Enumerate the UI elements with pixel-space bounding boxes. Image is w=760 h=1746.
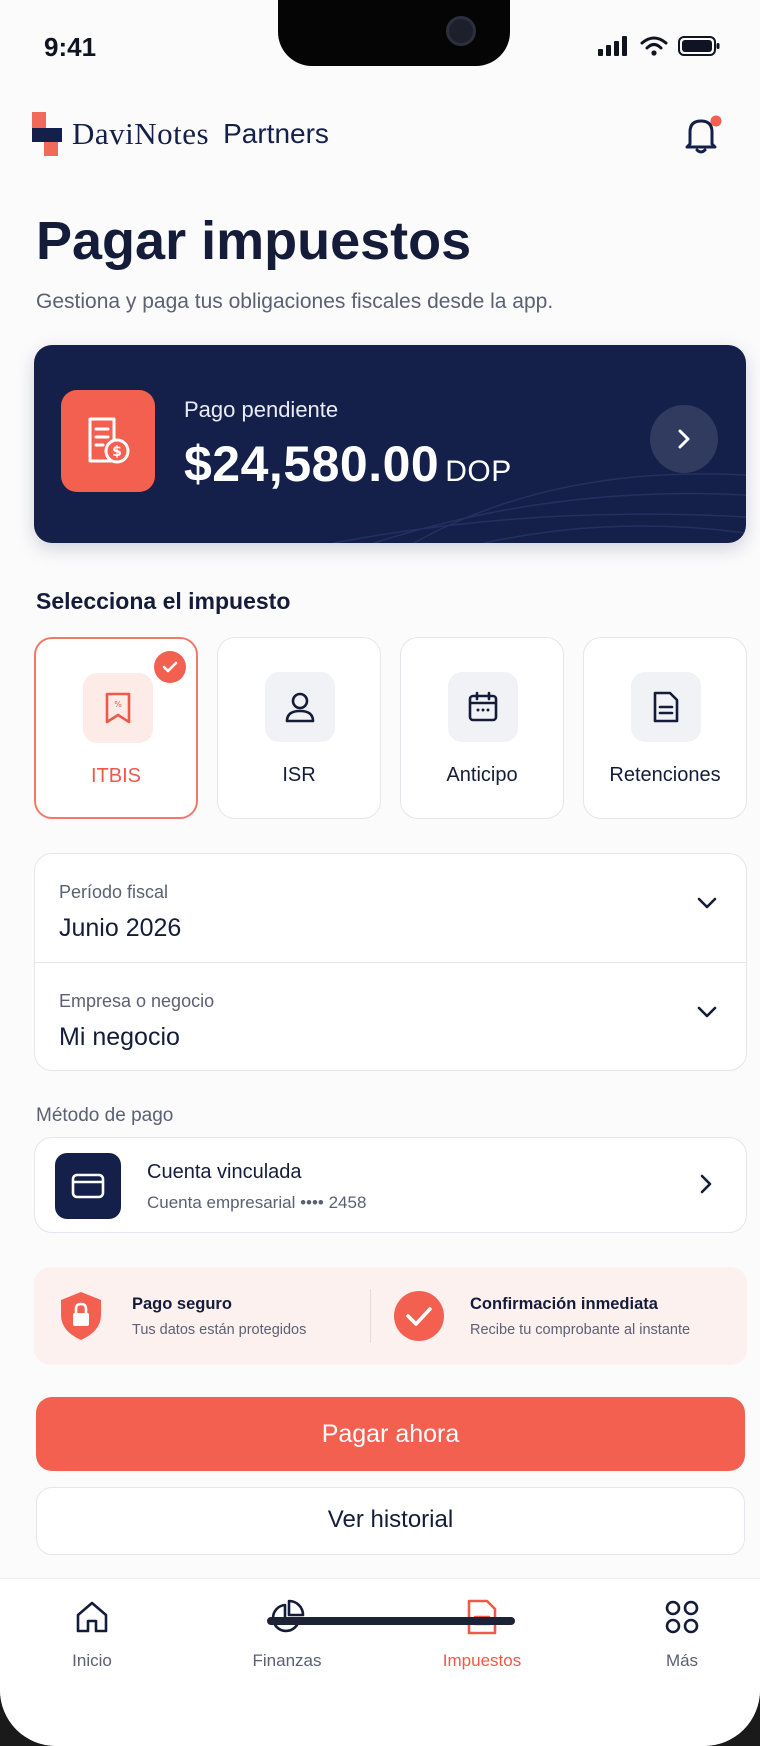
fiscal-period-caption: Período fiscal	[59, 882, 169, 902]
chevron-right-icon	[700, 1174, 712, 1194]
shield-lock-icon	[61, 1292, 101, 1340]
tax-option-label: Anticipo	[446, 764, 518, 786]
secure-payment-title: Pago seguro	[132, 1295, 232, 1313]
tax-option-retenciones[interactable]: Retenciones	[583, 637, 747, 819]
business-value: Mi negocio	[59, 1023, 180, 1051]
payment-method-label: Método de pago	[36, 1105, 174, 1126]
nav-item-mas[interactable]: Más	[607, 1595, 757, 1671]
home-indicator[interactable]	[267, 1617, 515, 1625]
logo-text: DaviNotes	[72, 116, 210, 151]
business-select[interactable]: Empresa o negocio Mi negocio	[35, 962, 746, 1070]
phone-screen: 9:41 DaviNotes Partners Pagar impuestos …	[0, 0, 760, 1746]
tax-option-label: Retenciones	[609, 764, 721, 786]
svg-text:%: %	[114, 700, 122, 709]
pending-amount: $24,580.00 DOP	[184, 435, 512, 493]
fiscal-period-value: Junio 2026	[59, 914, 182, 942]
filters-card: Período fiscal Junio 2026 Empresa o nego…	[34, 853, 747, 1071]
payment-method-subtitle: Cuenta empresarial •••• 2458	[147, 1193, 367, 1212]
camera-icon	[446, 16, 476, 46]
nav-label: Más	[665, 1651, 699, 1670]
tax-option-label: ISR	[282, 764, 316, 786]
brand-logo[interactable]: DaviNotes Partners	[32, 112, 329, 156]
pending-payment-card[interactable]: $ Pago pendiente $24,580.00 DOP	[34, 345, 746, 543]
check-circle-icon	[394, 1291, 444, 1341]
calendar-icon	[448, 672, 518, 742]
nav-item-impuestos[interactable]: Impuestos	[407, 1595, 557, 1671]
payment-method-title: Cuenta vinculada	[147, 1161, 302, 1183]
card-icon	[55, 1153, 121, 1219]
dynamic-island	[278, 0, 510, 66]
pending-detail-button[interactable]	[650, 405, 718, 473]
notifications-button[interactable]	[680, 112, 724, 156]
instant-confirmation-title: Confirmación inmediata	[470, 1295, 658, 1313]
home-icon	[17, 1595, 167, 1639]
receipt-icon: %	[83, 673, 153, 743]
secure-payment-subtitle: Tus datos están protegidos	[132, 1322, 307, 1338]
grid-dots-icon	[607, 1595, 757, 1639]
tax-options: % ITBIS ISR Anticipo Retenciones	[34, 637, 747, 819]
pending-currency: DOP	[445, 455, 512, 488]
tax-option-itbis[interactable]: % ITBIS	[34, 637, 198, 819]
payment-method-card[interactable]: Cuenta vinculada Cuenta empresarial ••••…	[34, 1137, 747, 1233]
bell-icon	[685, 115, 722, 154]
pay-now-button[interactable]: Pagar ahora	[36, 1397, 745, 1471]
nav-label: Impuestos	[442, 1651, 522, 1670]
tax-option-label: ITBIS	[90, 765, 141, 787]
page-title: Pagar impuestos	[36, 211, 472, 271]
tax-option-isr[interactable]: ISR	[217, 637, 381, 819]
tax-option-anticipo[interactable]: Anticipo	[400, 637, 564, 819]
fiscal-period-select[interactable]: Período fiscal Junio 2026	[35, 854, 746, 962]
chevron-down-icon	[697, 1006, 717, 1018]
document-icon	[631, 672, 701, 742]
invoice-dollar-icon: $	[61, 390, 155, 492]
business-caption: Empresa o negocio	[59, 991, 215, 1011]
tax-section-label: Selecciona el impuesto	[36, 588, 291, 614]
security-banner: Pago seguro Tus datos están protegidos C…	[34, 1267, 747, 1365]
check-icon	[154, 651, 186, 683]
chevron-right-icon	[678, 429, 690, 449]
divider	[370, 1289, 371, 1343]
nav-label: Inicio	[72, 1651, 112, 1670]
logo-mark-icon	[32, 112, 64, 156]
signal-icon	[598, 36, 627, 56]
pending-amount-value: $24,580.00	[184, 436, 440, 492]
instant-confirmation-subtitle: Recibe tu comprobante al instante	[470, 1322, 691, 1338]
status-time: 9:41	[44, 32, 97, 62]
wifi-icon	[640, 36, 668, 56]
bottom-nav: Inicio Finanzas Impuestos Más	[0, 1578, 760, 1746]
status-icons	[598, 36, 720, 56]
pending-label: Pago pendiente	[184, 397, 339, 422]
chevron-down-icon	[697, 897, 717, 909]
nav-label: Finanzas	[252, 1651, 322, 1670]
nav-item-finanzas[interactable]: Finanzas	[212, 1595, 362, 1671]
battery-icon	[678, 36, 720, 56]
svg-text:$: $	[112, 444, 122, 460]
nav-item-inicio[interactable]: Inicio	[17, 1595, 167, 1671]
view-history-button[interactable]: Ver historial	[36, 1487, 745, 1555]
logo-suffix: Partners	[223, 118, 329, 149]
user-icon	[265, 672, 335, 742]
page-subtitle: Gestiona y paga tus obligaciones fiscale…	[36, 290, 554, 313]
